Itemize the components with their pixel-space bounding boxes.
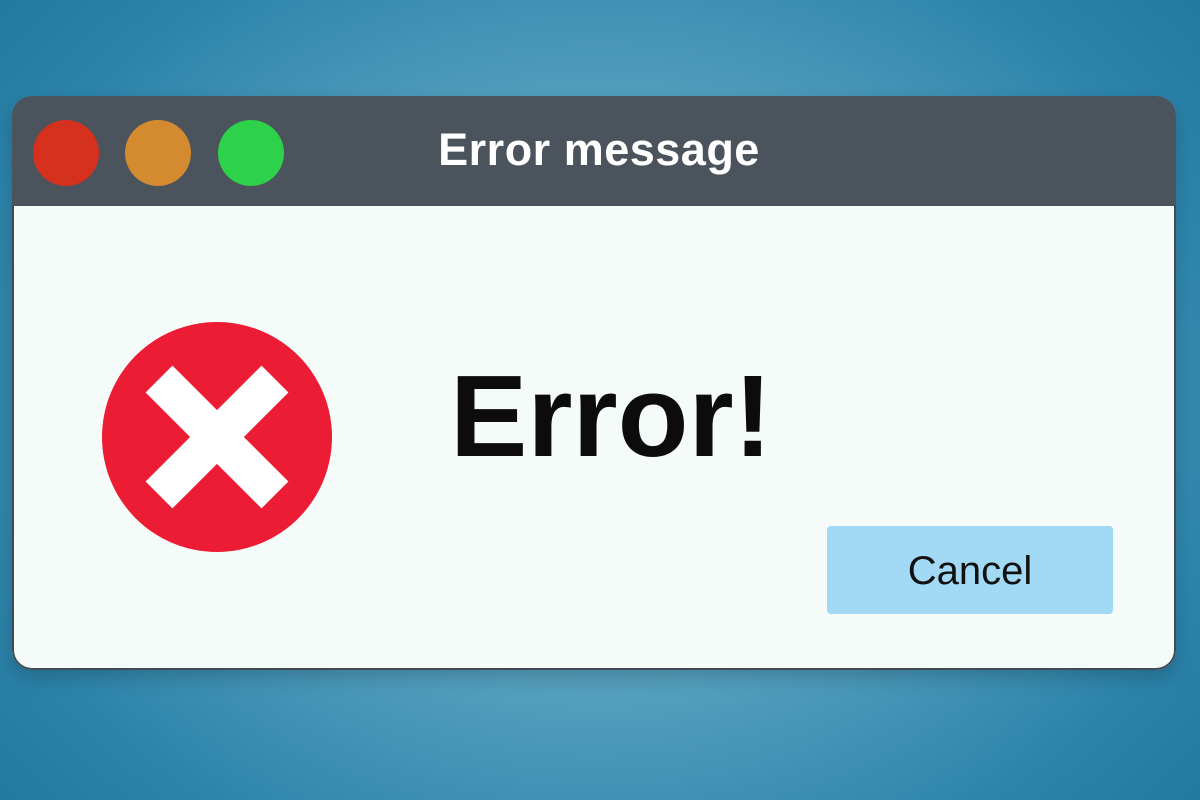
error-x-icon (102, 322, 332, 552)
title-bar[interactable]: Error message (12, 96, 1176, 206)
error-dialog-window: Error message Error! Cancel (12, 96, 1176, 670)
error-heading: Error! (450, 351, 773, 481)
cancel-button[interactable]: Cancel (827, 526, 1113, 614)
dialog-body: Error! Cancel (12, 206, 1176, 670)
window-title: Error message (438, 124, 760, 175)
